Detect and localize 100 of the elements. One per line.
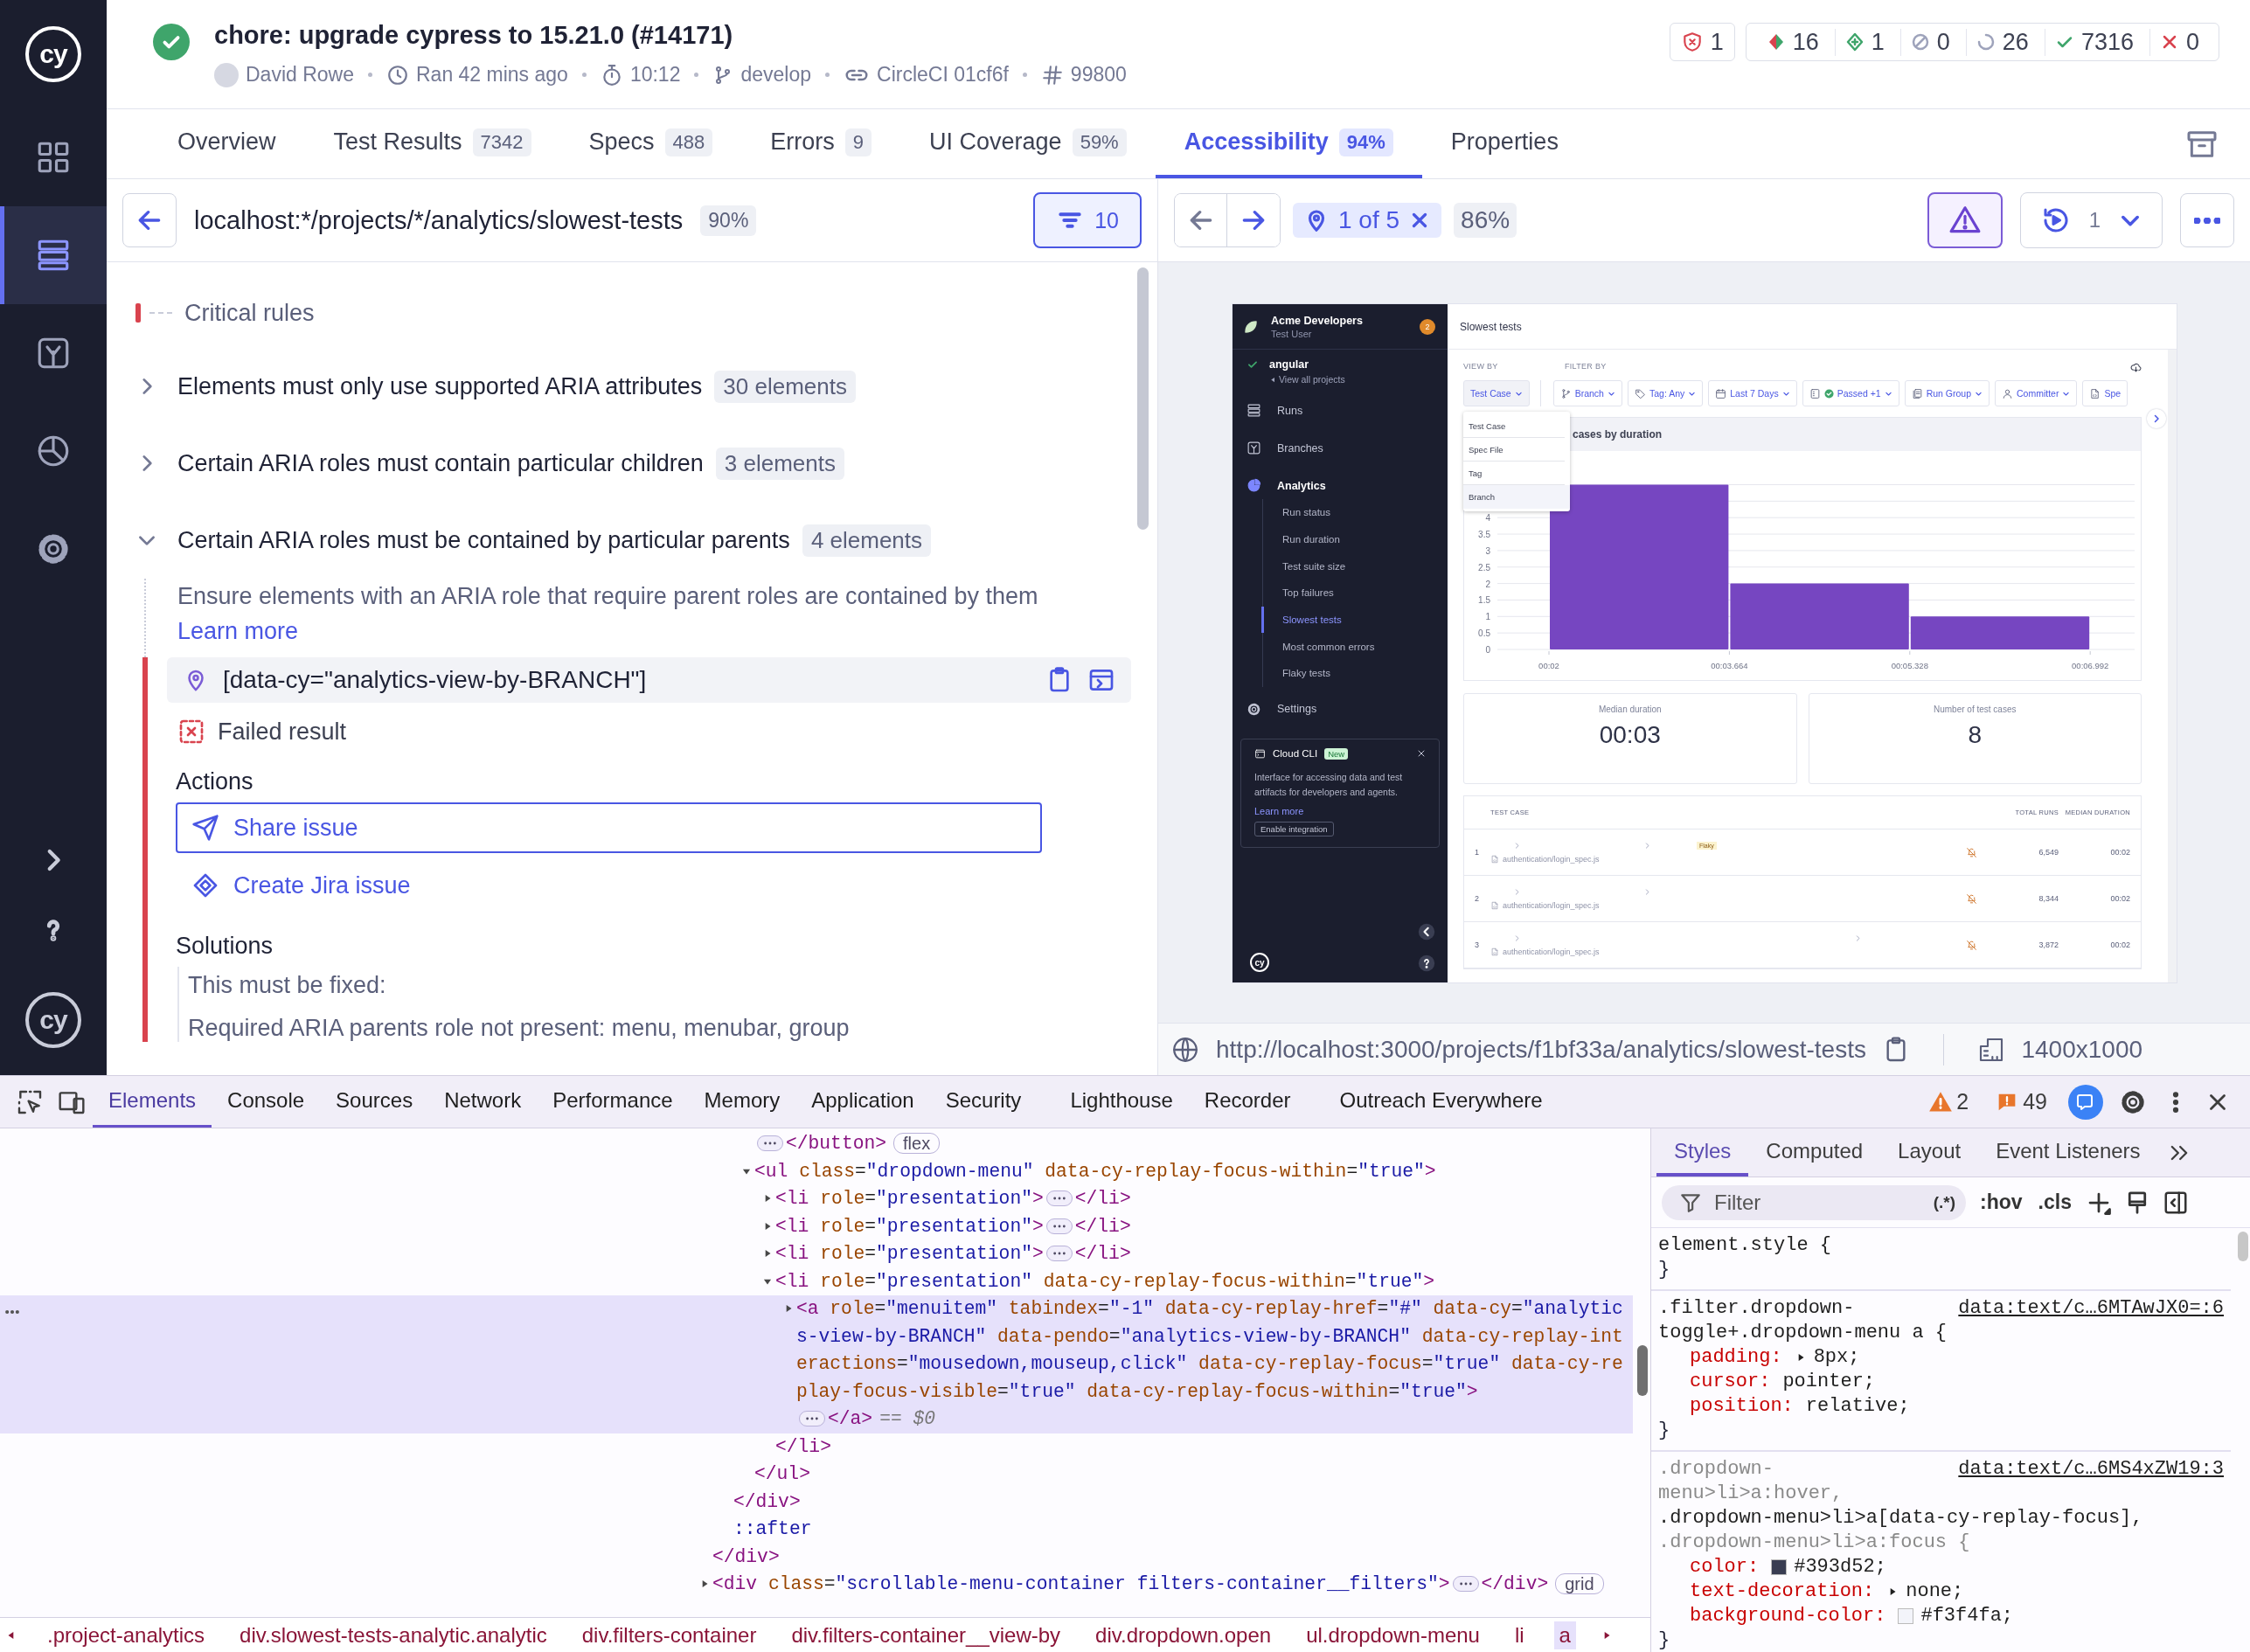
breadcrumb[interactable]: a xyxy=(1553,1621,1576,1649)
closing-tag[interactable]: </li> xyxy=(1074,1212,1131,1240)
css-value[interactable]: relative; xyxy=(1805,1394,1910,1419)
source-link[interactable]: data:text/c…6MS4xZW19:3 xyxy=(1958,1457,2224,1482)
closing-tag[interactable]: </li> xyxy=(1074,1240,1131,1268)
collapsed-content-icon[interactable] xyxy=(1452,1576,1479,1593)
closing-tag[interactable]: </li> xyxy=(775,1433,831,1461)
tab[interactable]: UI Coverage 59% xyxy=(900,109,1156,178)
logo[interactable]: cy xyxy=(25,992,81,1048)
devtools-tab[interactable]: Security xyxy=(929,1076,1038,1128)
filter-button[interactable]: 10 xyxy=(1033,192,1142,248)
dom-node[interactable]: <li role="presentation"> xyxy=(775,1185,1044,1213)
color-swatch[interactable] xyxy=(1898,1608,1914,1624)
rule-title[interactable]: Elements must only use supported ARIA attributes xyxy=(177,372,703,400)
layout-badge[interactable]: grid xyxy=(1555,1573,1604,1595)
css-property[interactable]: cursor: xyxy=(1690,1370,1771,1394)
css-value[interactable]: none; xyxy=(1906,1579,1964,1604)
filter-dropdown[interactable]: Last 7 Days xyxy=(1708,380,1797,406)
menu-item[interactable]: Test Case xyxy=(1463,414,1565,438)
color-swatch[interactable] xyxy=(1771,1559,1788,1575)
devtools-tab[interactable]: Styles xyxy=(1656,1128,1749,1177)
css-value[interactable]: 8px; xyxy=(1813,1345,1860,1370)
closing-tag[interactable]: </li> xyxy=(1074,1185,1131,1213)
learn-more-link[interactable]: Learn more xyxy=(1254,805,1427,816)
collapsed-content-icon[interactable] xyxy=(799,1411,825,1427)
breadcrumb[interactable]: div.dropdown.open xyxy=(1090,1621,1277,1649)
collapsed-content-icon[interactable] xyxy=(757,1135,783,1152)
closing-tag[interactable]: </a> xyxy=(828,1406,873,1433)
closing-tag[interactable]: </div> xyxy=(1481,1571,1549,1599)
breadcrumb[interactable]: div.filters-container xyxy=(576,1621,762,1649)
breadcrumb[interactable]: div.filters-container__view-by xyxy=(786,1621,1066,1649)
tab[interactable]: Accessibility 94% xyxy=(1155,109,1422,178)
dom-node[interactable]: <ul class="dropdown-menu" data-cy-replay-focus-within="true"> xyxy=(754,1157,1436,1185)
devtools-tab[interactable]: Outreach Everywhere xyxy=(1323,1076,1559,1128)
nav-item[interactable]: Branches xyxy=(1233,429,1448,467)
css-property[interactable]: color: xyxy=(1690,1555,1760,1579)
enable-button[interactable]: Enable integration xyxy=(1254,821,1334,836)
nav-subitem[interactable]: Most common errors xyxy=(1261,633,1448,661)
breadcrumb[interactable]: ul.dropdown-menu xyxy=(1301,1621,1485,1649)
devtools-tab[interactable]: Layout xyxy=(1880,1128,1979,1177)
warnings-button[interactable]: 2 xyxy=(1923,1088,1975,1115)
closing-tag[interactable]: </button> xyxy=(786,1130,887,1158)
source-link[interactable]: data:text/c…6MTAwJX0=:6 xyxy=(1958,1296,2224,1321)
devtools-tab[interactable]: Event Listeners xyxy=(1978,1128,2158,1177)
css-value[interactable]: #393d52; xyxy=(1794,1555,1886,1579)
ai-assistant-button[interactable] xyxy=(2068,1084,2103,1120)
back-button[interactable] xyxy=(122,193,177,247)
collapse-icon[interactable] xyxy=(1418,923,1435,941)
nav-item[interactable]: Settings xyxy=(1233,690,1448,728)
css-property[interactable]: position: xyxy=(1690,1394,1794,1419)
scrollbar[interactable] xyxy=(1637,1345,1648,1396)
nav-item[interactable]: Runs xyxy=(1233,392,1448,429)
help-icon[interactable] xyxy=(1418,954,1435,972)
devtools-tab[interactable]: Lighthouse xyxy=(1054,1076,1189,1128)
tab[interactable]: Properties xyxy=(1421,109,1587,178)
menu-item[interactable]: Spec File xyxy=(1463,438,1565,462)
rule-title[interactable]: Certain ARIA roles must contain particular children xyxy=(177,449,704,477)
nav-item[interactable] xyxy=(0,206,107,304)
collapsed-content-icon[interactable] xyxy=(1045,1218,1073,1234)
download-icon[interactable] xyxy=(2130,362,2142,373)
filter-dropdown[interactable]: Tag: Any xyxy=(1627,380,1704,406)
devtools-tab[interactable]: Network xyxy=(428,1076,538,1128)
filter-dropdown[interactable]: Passed +1 xyxy=(1802,380,1899,406)
devtools-tab[interactable]: Application xyxy=(795,1076,930,1128)
css-property[interactable]: background-color: xyxy=(1690,1604,1886,1628)
filter-dropdown[interactable]: Branch xyxy=(1552,380,1622,406)
rule-title[interactable]: Certain ARIA roles must be contained by particular parents xyxy=(177,526,790,554)
closing-tag[interactable]: </div> xyxy=(712,1543,780,1571)
nav-subitem[interactable]: Flaky tests xyxy=(1261,660,1448,687)
tab[interactable]: Test Results 7342 xyxy=(304,109,560,178)
class-button[interactable]: .cls xyxy=(2036,1190,2073,1214)
logo[interactable]: cy xyxy=(1250,953,1269,972)
nav-subitem[interactable]: Slowest tests xyxy=(1261,606,1448,634)
css-value[interactable]: #f3f4fa; xyxy=(1920,1604,2014,1628)
closing-tag[interactable]: </ul> xyxy=(754,1461,810,1489)
hover-state-button[interactable]: :hov xyxy=(1978,1190,2024,1214)
closing-tag[interactable]: </div> xyxy=(733,1488,801,1516)
devtools-tab[interactable]: Computed xyxy=(1748,1128,1881,1177)
pseudo-element[interactable]: ::after xyxy=(733,1518,812,1539)
action-button[interactable]: Share issue xyxy=(176,802,1042,853)
devtools-tab[interactable]: Console xyxy=(212,1076,321,1128)
logo[interactable]: cy xyxy=(25,26,81,82)
scrollbar[interactable] xyxy=(2238,1232,2248,1261)
filter-dropdown[interactable]: Spe xyxy=(2082,380,2128,406)
devtools-tab[interactable]: Memory xyxy=(688,1076,796,1128)
devtools-tab[interactable]: Performance xyxy=(537,1076,689,1128)
replay-button[interactable]: 1 xyxy=(2019,192,2163,248)
nav-subitem[interactable]: Test suite size xyxy=(1261,552,1448,580)
devtools-tab[interactable]: Recorder xyxy=(1188,1076,1307,1128)
tab[interactable]: Errors 9 xyxy=(741,109,901,178)
dom-node[interactable]: <li role="presentation"> xyxy=(775,1240,1044,1268)
breadcrumb[interactable]: li xyxy=(1509,1621,1530,1649)
filter-dropdown[interactable]: Committer xyxy=(1995,380,2078,406)
dom-node[interactable]: <div class="scrollable-menu-container filters-container__filters"> xyxy=(712,1571,1450,1599)
css-property[interactable]: text-decoration: xyxy=(1690,1579,1875,1604)
breadcrumb[interactable]: div.slowest-tests-analytic.analytic xyxy=(234,1621,552,1649)
issues-button[interactable]: 49 xyxy=(1990,1088,2052,1115)
collapsed-content-icon[interactable] xyxy=(1045,1246,1073,1262)
selector-row[interactable]: [data-cy="analytics-view-by-BRANCH"] xyxy=(167,657,1131,703)
more-button[interactable] xyxy=(2180,193,2234,247)
